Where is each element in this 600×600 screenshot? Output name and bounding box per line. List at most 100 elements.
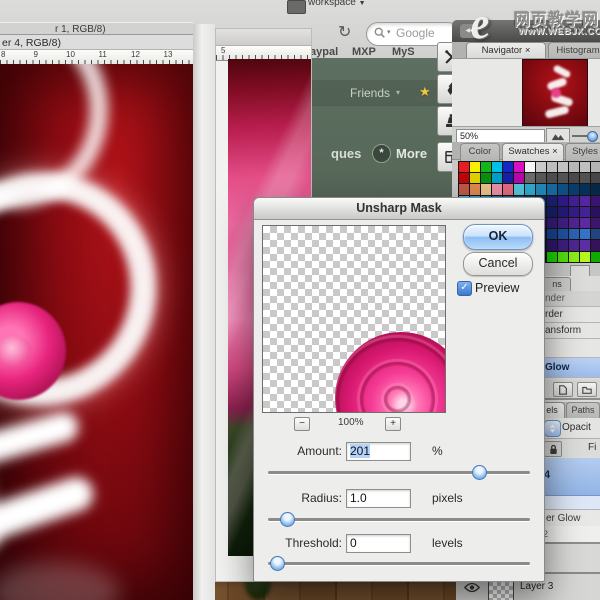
dialog-title[interactable]: Unsharp Mask (254, 198, 544, 220)
list-item-selected[interactable]: Glow (541, 358, 600, 378)
navigator-zoom-slider[interactable] (572, 135, 598, 137)
document-window-love[interactable]: er 4, RGB/8) 891011121314 (0, 34, 193, 600)
swatch[interactable] (569, 184, 579, 194)
swatch[interactable] (470, 162, 480, 172)
swatch[interactable] (591, 218, 600, 228)
amount-input[interactable]: 201 (346, 442, 411, 461)
swatch[interactable] (459, 162, 469, 172)
swatch[interactable] (558, 162, 568, 172)
swatch[interactable] (569, 252, 579, 262)
swatch[interactable] (547, 229, 557, 239)
layer-row-fragment[interactable]: 2 (541, 526, 600, 542)
tab-color[interactable]: Color (460, 143, 500, 161)
radius-slider-thumb[interactable] (280, 512, 295, 527)
zoom-in-button[interactable]: + (385, 417, 401, 431)
reload-button[interactable]: ↻ (338, 22, 351, 42)
tab-styles[interactable]: Styles (565, 143, 600, 161)
swatch[interactable] (580, 229, 590, 239)
swatch[interactable] (558, 207, 568, 217)
swatch[interactable] (591, 196, 600, 206)
swatch[interactable] (503, 184, 513, 194)
threshold-slider-thumb[interactable] (270, 556, 285, 571)
swatch[interactable] (514, 184, 524, 194)
webpage-link-fragment[interactable]: ques (331, 146, 361, 161)
navigator-zoom-field[interactable]: 50% (456, 129, 545, 143)
swatch[interactable] (492, 173, 502, 183)
tab-fragment[interactable]: ns (543, 277, 571, 292)
swatch[interactable] (547, 162, 557, 172)
friends-menu[interactable]: Friends (350, 86, 390, 100)
swatch[interactable] (580, 240, 590, 250)
collapse-panels-button[interactable]: ◀◀ (460, 24, 478, 38)
selected-layer-row[interactable]: 4 (541, 458, 600, 496)
folder-button[interactable] (577, 382, 597, 397)
swatch[interactable] (558, 229, 568, 239)
workspace-button[interactable]: workspace ▼ (308, 0, 366, 10)
swatch[interactable] (591, 162, 600, 172)
swatch[interactable] (591, 207, 600, 217)
cancel-button[interactable]: Cancel (463, 252, 533, 276)
swatch[interactable] (514, 162, 524, 172)
swatch[interactable] (569, 240, 579, 250)
radius-input[interactable]: 1.0 (346, 489, 411, 508)
swatch[interactable] (536, 162, 546, 172)
threshold-input[interactable]: 0 (346, 534, 411, 553)
list-item[interactable]: ansform (541, 323, 600, 339)
swatch[interactable] (459, 184, 469, 194)
swatch[interactable] (591, 252, 600, 262)
swatch[interactable] (492, 162, 502, 172)
swatch[interactable] (547, 184, 557, 194)
swatch[interactable] (547, 240, 557, 250)
list-item[interactable] (541, 339, 600, 358)
swatch[interactable] (536, 184, 546, 194)
swatch[interactable] (525, 184, 535, 194)
swatch[interactable] (525, 173, 535, 183)
list-item[interactable]: nder (541, 291, 600, 307)
more-link[interactable]: More (396, 146, 427, 161)
rose-document-titlebar[interactable] (216, 29, 311, 46)
tab-swatches[interactable]: Swatches × (502, 143, 564, 161)
blend-mode-stepper[interactable] (544, 420, 561, 437)
preview-checkbox[interactable]: ✓ (457, 281, 472, 296)
swatch[interactable] (569, 207, 579, 217)
swatch[interactable] (580, 196, 590, 206)
swatch[interactable] (459, 173, 469, 183)
swatch[interactable] (558, 184, 568, 194)
bookmark-item[interactable]: MXP (352, 46, 376, 58)
canvas-love-image[interactable] (0, 64, 193, 600)
swatch[interactable] (558, 240, 568, 250)
swatch[interactable] (547, 218, 557, 228)
swatch[interactable] (569, 229, 579, 239)
swatch[interactable] (591, 184, 600, 194)
new-item-button[interactable] (553, 382, 573, 397)
navigator-slider-thumb[interactable] (587, 131, 598, 142)
swatch[interactable] (558, 173, 568, 183)
amount-slider[interactable] (268, 471, 530, 474)
swatch[interactable] (481, 184, 491, 194)
swatch[interactable] (569, 162, 579, 172)
bookmark-item[interactable]: aypal (310, 46, 338, 58)
list-item[interactable]: rder (541, 307, 600, 323)
swatch[interactable] (580, 184, 590, 194)
swatch[interactable] (525, 162, 535, 172)
swatch[interactable] (569, 218, 579, 228)
visibility-eye-icon[interactable] (464, 582, 480, 593)
navigator-thumbnail[interactable] (522, 59, 588, 127)
swatch[interactable] (580, 218, 590, 228)
preview-well[interactable] (262, 225, 446, 413)
swatch[interactable] (591, 173, 600, 183)
swatch[interactable] (481, 162, 491, 172)
swatch[interactable] (547, 196, 557, 206)
ok-button[interactable]: OK (463, 224, 533, 250)
swatch[interactable] (558, 196, 568, 206)
swatch[interactable] (470, 173, 480, 183)
swatch[interactable] (514, 173, 524, 183)
swatch[interactable] (591, 229, 600, 239)
swatch[interactable] (481, 173, 491, 183)
threshold-slider[interactable] (268, 562, 530, 565)
swatch[interactable] (503, 162, 513, 172)
swatch[interactable] (580, 207, 590, 217)
swatch[interactable] (580, 173, 590, 183)
swatch[interactable] (470, 184, 480, 194)
swatch[interactable] (536, 173, 546, 183)
